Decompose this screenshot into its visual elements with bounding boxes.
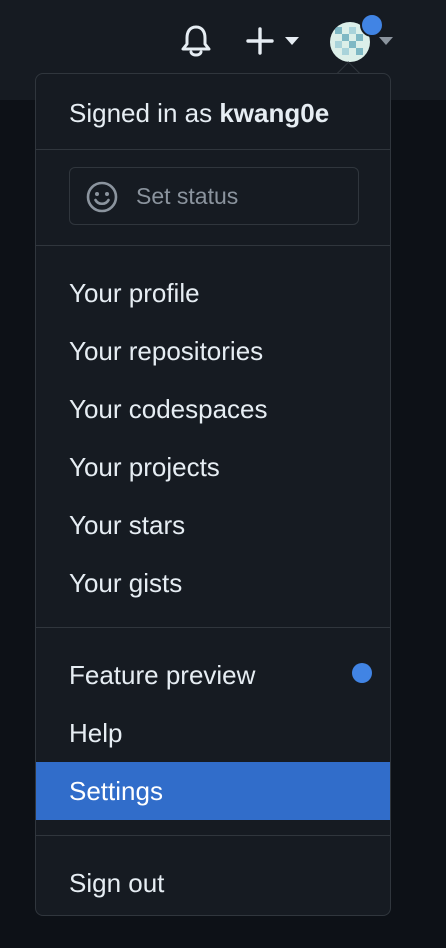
feature-preview-indicator	[352, 663, 372, 683]
username: kwang0e	[219, 98, 330, 128]
plus-icon[interactable]	[246, 27, 274, 55]
caret-down-icon[interactable]	[284, 36, 300, 46]
set-status-label: Set status	[136, 183, 239, 209]
smiley-icon	[86, 181, 118, 213]
divider	[36, 149, 390, 150]
signed-in-header: Signed in as kwang0e	[69, 98, 329, 129]
notification-dot	[360, 13, 384, 37]
divider	[36, 627, 390, 628]
user-dropdown-menu: Signed in as kwang0e Set status Your pro…	[35, 73, 391, 916]
menu-item-feature-preview[interactable]: Feature preview	[36, 646, 390, 704]
divider	[36, 245, 390, 246]
page: Signed in as kwang0e Set status Your pro…	[0, 0, 446, 948]
signed-in-prefix: Signed in as	[69, 98, 213, 128]
menu-item-your-stars[interactable]: Your stars	[36, 496, 390, 554]
menu-item-settings[interactable]: Settings	[36, 762, 390, 820]
divider	[36, 835, 390, 836]
caret-down-icon[interactable]	[378, 36, 394, 46]
menu-item-sign-out[interactable]: Sign out	[36, 854, 390, 912]
menu-item-your-projects[interactable]: Your projects	[36, 438, 390, 496]
set-status-button[interactable]: Set status	[69, 167, 359, 225]
menu-item-your-gists[interactable]: Your gists	[36, 554, 390, 612]
menu-item-help[interactable]: Help	[36, 704, 390, 762]
menu-item-your-codespaces[interactable]: Your codespaces	[36, 380, 390, 438]
bell-icon[interactable]	[180, 24, 212, 58]
menu-item-your-profile[interactable]: Your profile	[36, 264, 390, 322]
menu-item-your-repositories[interactable]: Your repositories	[36, 322, 390, 380]
